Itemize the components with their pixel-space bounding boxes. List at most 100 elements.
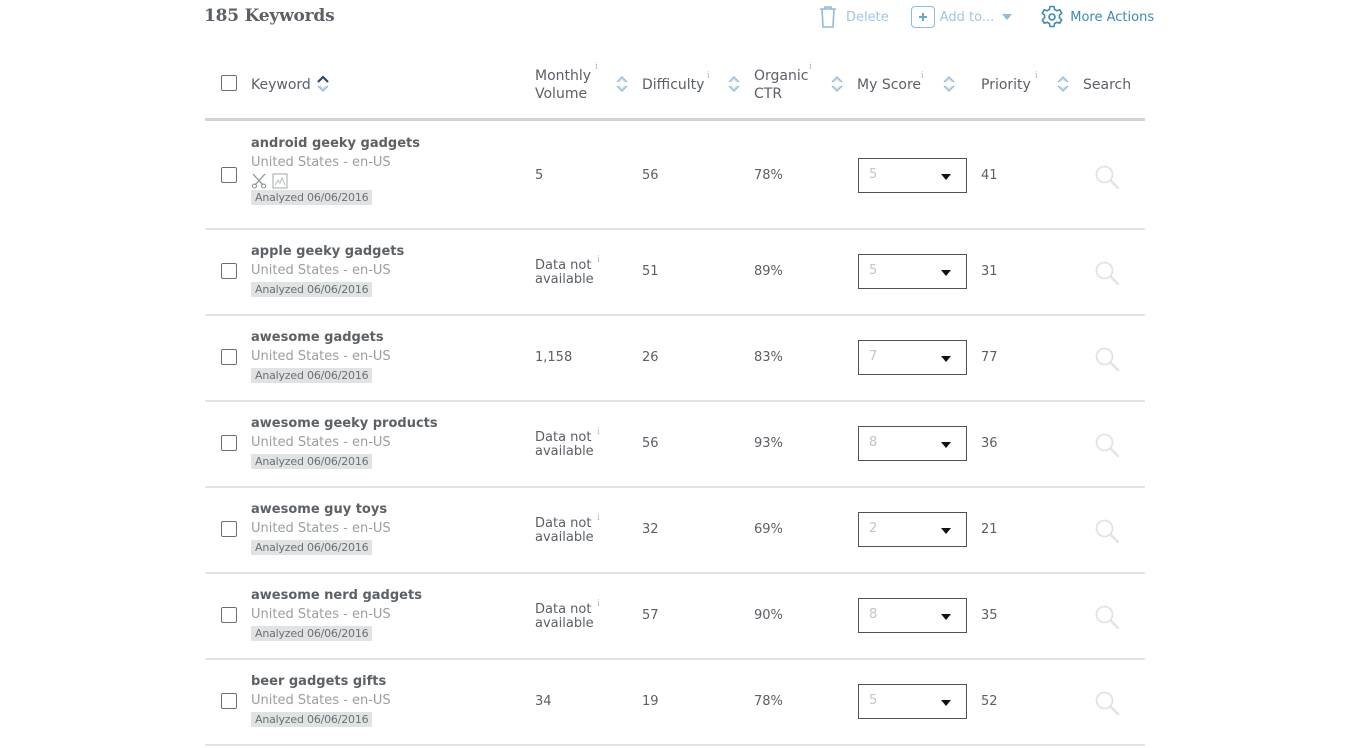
keyword-name[interactable]: awesome gadgets [251, 330, 384, 345]
sort-icon[interactable] [615, 74, 629, 94]
organic-ctr-value: 78% [754, 168, 783, 183]
search-icon[interactable] [1094, 604, 1120, 630]
data-not-available-line1: Data not [535, 258, 592, 273]
row-checkbox[interactable] [221, 607, 237, 623]
organic-ctr-value: 83% [754, 350, 783, 365]
my-score-value: 8 [869, 607, 878, 622]
monthly-volume: 1,158 [535, 350, 573, 365]
table-body: android geeky gadgets United States - en… [205, 121, 1145, 746]
column-header-difficulty[interactable]: Difficulty [642, 76, 704, 94]
keyword-name[interactable]: android geeky gadgets [251, 136, 420, 151]
info-icon[interactable]: i [597, 427, 600, 437]
sort-icon[interactable] [942, 74, 956, 94]
data-not-available-line2: available [535, 616, 594, 631]
row-checkbox[interactable] [221, 693, 237, 709]
keyword-feature-icons [251, 173, 288, 189]
search-icon[interactable] [1094, 518, 1120, 544]
info-icon[interactable]: i [1035, 71, 1038, 81]
my-score-select[interactable]: 2 [858, 512, 967, 547]
row-checkbox[interactable] [221, 167, 237, 183]
difficulty-value: 56 [642, 436, 659, 451]
row-checkbox[interactable] [221, 349, 237, 365]
info-icon[interactable]: i [707, 71, 710, 81]
info-icon[interactable]: i [921, 71, 924, 81]
priority-value: 52 [981, 694, 998, 709]
trash-icon [820, 6, 836, 28]
info-icon[interactable]: i [597, 513, 600, 523]
difficulty-value: 51 [642, 264, 659, 279]
keyword-name[interactable]: apple geeky gadgets [251, 244, 404, 259]
my-score-select[interactable]: 7 [858, 340, 967, 375]
my-score-select[interactable]: 5 [858, 684, 967, 719]
row-checkbox[interactable] [221, 263, 237, 279]
search-icon[interactable] [1094, 346, 1120, 372]
keyword-name[interactable]: beer gadgets gifts [251, 674, 386, 689]
difficulty-value: 56 [642, 168, 659, 183]
table-header: Keyword Monthly Volume i Difficulty i Or… [205, 50, 1145, 121]
search-icon[interactable] [1094, 690, 1120, 716]
priority-value: 21 [981, 522, 998, 537]
sort-icon-active[interactable] [316, 74, 330, 94]
my-score-select[interactable]: 5 [858, 158, 967, 193]
plus-icon [910, 6, 935, 28]
table-row: apple geeky gadgets United States - en-U… [205, 230, 1145, 316]
priority-value: 41 [981, 168, 998, 183]
data-not-available-line2: available [535, 530, 594, 545]
search-icon[interactable] [1094, 260, 1120, 286]
priority-value: 36 [981, 436, 998, 451]
my-score-value: 5 [869, 263, 878, 278]
column-header-keyword[interactable]: Keyword [251, 76, 311, 94]
add-to-label: Add to... [939, 9, 995, 25]
more-actions-button[interactable]: More Actions [1040, 5, 1154, 29]
table-row: awesome geeky products United States - e… [205, 402, 1145, 488]
keyword-name[interactable]: awesome nerd gadgets [251, 588, 422, 603]
my-score-value: 2 [869, 521, 878, 536]
organic-ctr-value: 78% [754, 694, 783, 709]
search-icon[interactable] [1094, 432, 1120, 458]
row-checkbox[interactable] [221, 521, 237, 537]
keyword-locale: United States - en-US [251, 435, 391, 450]
my-score-select[interactable]: 8 [858, 598, 967, 633]
info-icon[interactable]: i [809, 62, 812, 72]
column-header-search[interactable]: Search [1083, 76, 1131, 94]
keyword-name[interactable]: awesome guy toys [251, 502, 387, 517]
info-icon[interactable]: i [597, 255, 600, 265]
info-icon[interactable]: i [597, 599, 600, 609]
data-not-available-line2: available [535, 272, 594, 287]
difficulty-value: 57 [642, 608, 659, 623]
analyzed-badge: Analyzed 06/06/2016 [251, 454, 373, 469]
table-row: awesome guy toys United States - en-US A… [205, 488, 1145, 574]
search-icon[interactable] [1094, 164, 1120, 190]
my-score-select[interactable]: 5 [858, 254, 967, 289]
info-icon[interactable]: i [595, 62, 598, 72]
column-header-my-score[interactable]: My Score [857, 76, 921, 94]
caret-down-icon [941, 270, 951, 276]
analyzed-badge: Analyzed 06/06/2016 [251, 282, 373, 297]
select-all-checkbox[interactable] [221, 75, 237, 91]
sort-icon[interactable] [727, 74, 741, 94]
caret-down-icon [941, 442, 951, 448]
column-header-volume[interactable]: Monthly Volume [535, 67, 591, 103]
analyzed-badge: Analyzed 06/06/2016 [251, 540, 373, 555]
more-actions-label: More Actions [1070, 9, 1155, 25]
difficulty-value: 26 [642, 350, 659, 365]
caret-down-icon [941, 614, 951, 620]
my-score-value: 5 [869, 693, 878, 708]
sort-icon[interactable] [830, 74, 844, 94]
data-not-available-line1: Data not [535, 602, 592, 617]
keyword-name[interactable]: awesome geeky products [251, 416, 438, 431]
add-to-dropdown[interactable]: Add to... [910, 6, 1013, 28]
priority-value: 35 [981, 608, 998, 623]
row-checkbox[interactable] [221, 435, 237, 451]
delete-button[interactable]: Delete [818, 5, 889, 29]
organic-ctr-value: 93% [754, 436, 783, 451]
column-header-priority[interactable]: Priority [981, 76, 1031, 94]
image-icon [272, 173, 288, 189]
column-header-ctr[interactable]: Organic CTR [754, 67, 808, 103]
analyzed-badge: Analyzed 06/06/2016 [251, 712, 373, 727]
my-score-select[interactable]: 8 [858, 426, 967, 461]
analyzed-badge: Analyzed 06/06/2016 [251, 368, 373, 383]
sort-icon[interactable] [1056, 74, 1070, 94]
caret-down-icon [941, 174, 951, 180]
monthly-volume: Data not available [535, 517, 594, 545]
